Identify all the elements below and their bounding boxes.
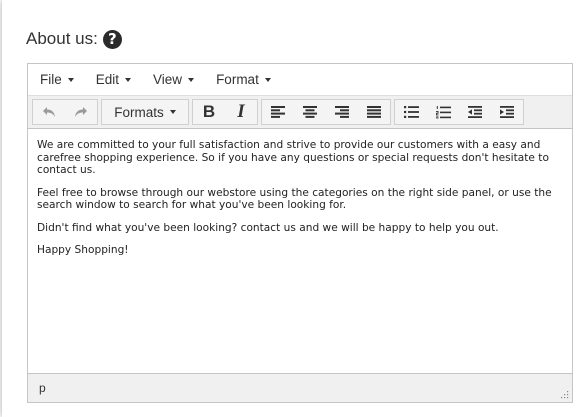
- content-paragraph: Feel free to browse through our webstore…: [37, 186, 552, 212]
- resize-handle-icon[interactable]: [559, 389, 569, 399]
- content-paragraph: Didn't find what you've been looking? co…: [37, 221, 499, 234]
- undo-button[interactable]: [33, 100, 65, 124]
- chevron-down-icon: [264, 77, 271, 82]
- outdent-icon: [468, 106, 482, 118]
- history-group: [32, 99, 98, 125]
- card: About us: ? File Edit View Format Format…: [2, 0, 582, 417]
- content-paragraph: Happy Shopping!: [37, 244, 129, 256]
- align-right-button[interactable]: [326, 100, 358, 124]
- section-heading: About us: ?: [26, 27, 122, 51]
- bullet-list-icon: [403, 106, 419, 118]
- indent-icon: [500, 106, 514, 118]
- formats-dropdown[interactable]: Formats: [102, 100, 188, 124]
- align-center-icon: [303, 106, 317, 118]
- redo-button[interactable]: [65, 100, 97, 124]
- bold-button[interactable]: B: [193, 100, 225, 124]
- redo-icon: [75, 107, 87, 117]
- align-left-button[interactable]: [262, 100, 294, 124]
- content-paragraph: We are committed to your full satisfacti…: [37, 139, 549, 176]
- formats-label: Formats: [114, 104, 164, 120]
- heading-label: About us:: [26, 29, 98, 48]
- align-right-icon: [335, 106, 349, 118]
- bullet-list-button[interactable]: [395, 100, 427, 124]
- editor-statusbar: p: [28, 373, 572, 402]
- rich-text-editor: File Edit View Format Formats B I We are…: [27, 63, 573, 403]
- align-justify-button[interactable]: [358, 100, 390, 124]
- indent-button[interactable]: [491, 100, 523, 124]
- chevron-down-icon: [125, 77, 132, 82]
- numbered-list-icon: [435, 105, 451, 118]
- menu-view[interactable]: View: [153, 72, 195, 87]
- element-path[interactable]: p: [39, 381, 46, 395]
- outdent-button[interactable]: [459, 100, 491, 124]
- menu-view-label: View: [153, 72, 183, 87]
- menu-file[interactable]: File: [40, 72, 74, 87]
- menu-file-label: File: [40, 72, 62, 87]
- align-left-icon: [271, 106, 285, 118]
- editor-toolbar: Formats B I: [28, 96, 572, 129]
- numbered-list-button[interactable]: [427, 100, 459, 124]
- align-justify-icon: [367, 106, 381, 118]
- text-style-group: B I: [192, 99, 258, 125]
- chevron-down-icon: [188, 77, 195, 82]
- menu-format[interactable]: Format: [216, 72, 271, 87]
- editor-menubar: File Edit View Format: [28, 64, 572, 96]
- editor-content-area[interactable]: We are committed to your full satisfacti…: [28, 129, 572, 374]
- formats-group: Formats: [101, 99, 189, 125]
- help-icon[interactable]: ?: [102, 29, 122, 49]
- list-group: [394, 99, 524, 125]
- menu-edit[interactable]: Edit: [95, 72, 132, 87]
- undo-icon: [43, 107, 55, 117]
- alignment-group: [261, 99, 391, 125]
- menu-format-label: Format: [216, 72, 259, 87]
- chevron-down-icon: [169, 110, 176, 114]
- align-center-button[interactable]: [294, 100, 326, 124]
- chevron-down-icon: [67, 77, 74, 82]
- italic-button[interactable]: I: [225, 100, 257, 124]
- menu-edit-label: Edit: [95, 72, 120, 87]
